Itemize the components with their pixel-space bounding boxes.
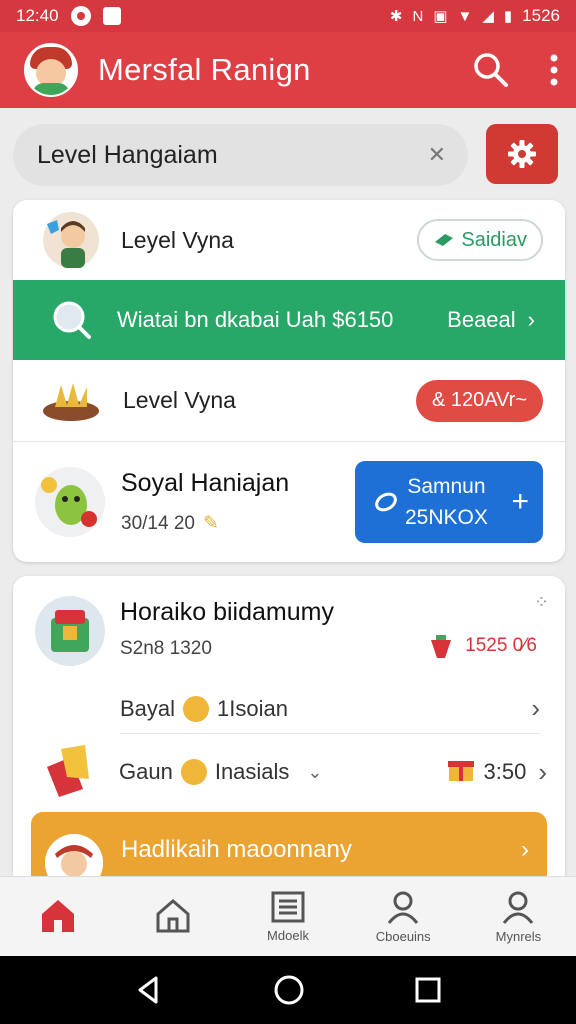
search-input[interactable] xyxy=(37,140,428,170)
recents-icon[interactable] xyxy=(414,976,442,1004)
loading-icon: ⁘ xyxy=(533,592,549,612)
item-title: Soyal Haniajan xyxy=(121,469,290,497)
flag-icon xyxy=(47,745,89,797)
nav-item-list[interactable]: Mdoelk xyxy=(230,877,345,956)
status-time: 12:40 xyxy=(16,6,59,25)
search-icon[interactable] xyxy=(472,51,510,89)
battery-icon: ▮ xyxy=(503,8,513,25)
detail-row-right: Inasials xyxy=(214,759,290,784)
item-subtitle: 30/14 20 ✎ xyxy=(121,512,289,535)
home-filled-icon xyxy=(41,899,74,932)
clear-icon[interactable]: ✕ xyxy=(428,142,446,168)
detail-price-value: 1525 0⁄6 xyxy=(465,635,537,656)
bluetooth-icon: ✱ xyxy=(389,8,403,25)
strawberry-icon xyxy=(431,635,452,658)
home-outline-icon xyxy=(156,898,190,932)
detail-row-value: 3:50 xyxy=(483,759,527,784)
claim-button[interactable]: Samnun 25NKOX + xyxy=(355,461,543,543)
data-icon: ▣ xyxy=(433,8,448,25)
ring-icon xyxy=(375,492,397,512)
status-pill-label: Saidiav xyxy=(461,228,527,251)
chevron-down-icon[interactable]: ⌄ xyxy=(307,762,322,783)
detail-row-right: 1Isoian xyxy=(217,695,288,721)
notification-icon xyxy=(102,7,121,25)
chevron-right-icon: › xyxy=(531,693,540,723)
promo-text: Wiatai bn dkabai Uah $6150 xyxy=(117,307,394,332)
food-icon xyxy=(43,382,99,421)
nav-item-profile[interactable]: Mynrels xyxy=(461,877,576,956)
bottom-nav: Mdoelk Cboeuins Mynrels xyxy=(0,876,576,956)
item-label: Level Vyna xyxy=(123,387,236,413)
chevron-right-icon: › xyxy=(538,756,547,787)
promo-banner[interactable]: Wiatai bn dkabai Uah $6150 Beaeal › xyxy=(13,280,565,360)
app-bar: Mersfal Ranign xyxy=(0,32,576,108)
person-icon xyxy=(388,891,419,924)
detail-row-left: Gaun xyxy=(119,759,173,784)
character-avatar xyxy=(35,467,105,537)
nav-label: Mdoelk xyxy=(267,928,309,943)
signal-icon: ◢ xyxy=(482,8,494,25)
detail-header[interactable]: Horaiko biidamumy S2n8 1320 ⁘ 1525 0⁄6 xyxy=(13,576,565,686)
person-icon xyxy=(503,891,534,924)
system-nav xyxy=(0,956,576,1024)
record-icon xyxy=(70,6,91,26)
nav-item-home[interactable] xyxy=(0,877,115,956)
status-bar: 12:40 ✱ N ▣ ▼ ◢ ▮ 1526 xyxy=(0,0,576,32)
search-bar: ✕ xyxy=(13,124,468,186)
chest-icon xyxy=(35,596,105,666)
more-vert-icon[interactable] xyxy=(550,54,558,86)
list-item[interactable]: Level Vyna & 120AVr~ xyxy=(13,360,565,442)
list-card: Leyel Vyna Saidiav Wiatai bn dkabai Uah … xyxy=(13,200,565,562)
detail-title: Horaiko biidamumy xyxy=(120,598,334,626)
home-circle-icon[interactable] xyxy=(273,974,305,1006)
detail-price: 1525 0⁄6 xyxy=(427,632,537,660)
promo-link[interactable]: Beaeal › xyxy=(447,307,535,333)
coin-icon xyxy=(183,695,210,722)
app-title: Mersfal Ranign xyxy=(98,52,311,87)
item-subtitle-text: 30/14 20 xyxy=(121,512,195,534)
detail-subtitle: S2n8 1320 xyxy=(120,638,212,659)
battery-value: 1526 xyxy=(522,6,560,25)
chevron-right-icon: › xyxy=(521,836,529,863)
ticket-icon xyxy=(435,234,454,246)
list-icon xyxy=(271,891,305,923)
price-pill[interactable]: & 120AVr~ xyxy=(415,379,543,422)
chevron-right-icon: › xyxy=(527,307,535,332)
detail-row[interactable]: Gaun Inasials ⌄ 3:50 › xyxy=(43,736,547,808)
item-label: Leyel Vyna xyxy=(121,226,234,253)
claim-button-line1: Samnun xyxy=(407,474,486,498)
nav-label: Cboeuins xyxy=(375,929,431,944)
detail-row-left: Bayal xyxy=(120,695,176,721)
list-item[interactable]: Leyel Vyna Saidiav xyxy=(13,200,565,280)
nav-item-house[interactable] xyxy=(115,877,230,956)
settings-button[interactable] xyxy=(486,124,558,184)
nav-label: Mynrels xyxy=(495,929,542,944)
detail-row[interactable]: Bayal 1Isoian › xyxy=(120,684,540,734)
banner-text: Hadlikaih maoonnany xyxy=(121,836,352,863)
list-item[interactable]: Soyal Haniajan 30/14 20 ✎ Samnun 25NKOX … xyxy=(13,442,565,562)
back-icon[interactable] xyxy=(134,975,164,1005)
status-pill[interactable]: Saidiav xyxy=(417,219,543,261)
pencil-icon: ✎ xyxy=(202,513,219,534)
promo-link-label: Beaeal xyxy=(447,307,516,332)
reward-banner[interactable]: Hadlikaih maoonnany › xyxy=(31,812,547,886)
nav-item-contacts[interactable]: Cboeuins xyxy=(346,877,461,956)
magnifier-icon xyxy=(53,301,91,339)
plus-icon: + xyxy=(511,485,529,518)
gear-icon xyxy=(508,140,536,168)
character-avatar xyxy=(43,212,99,268)
profile-avatar[interactable] xyxy=(24,43,78,97)
claim-button-line2: 25NKOX xyxy=(405,506,488,529)
detail-card: Horaiko biidamumy S2n8 1320 ⁘ 1525 0⁄6 B… xyxy=(13,576,565,886)
nfc-icon: N xyxy=(412,7,424,25)
coin-icon xyxy=(180,759,207,785)
wifi-icon: ▼ xyxy=(457,7,473,25)
gift-icon xyxy=(446,755,476,789)
